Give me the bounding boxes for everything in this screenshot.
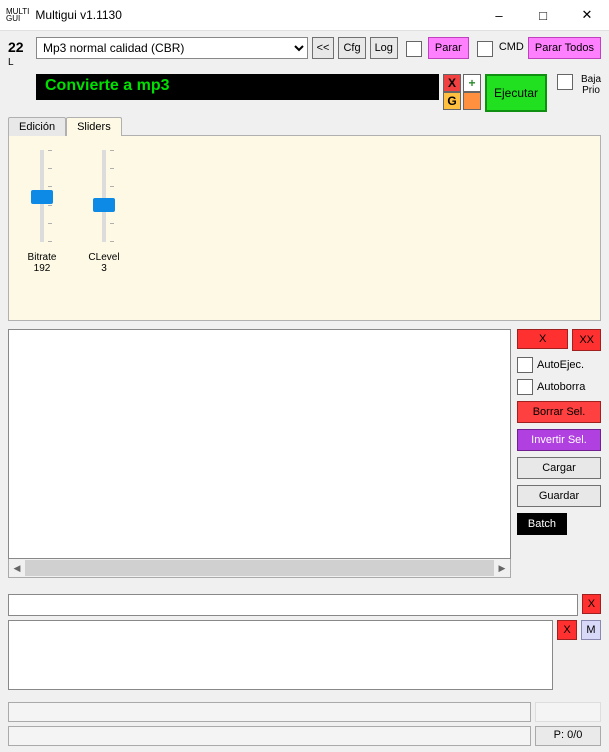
delete-item-button[interactable]: X	[517, 329, 568, 349]
preset-select[interactable]: Mp3 normal calidad (CBR)	[36, 37, 308, 59]
g-icon[interactable]: G	[443, 92, 461, 110]
tab-strip: Edición Sliders	[8, 116, 601, 135]
mini-icon-grid: X + G	[443, 74, 481, 108]
prev-button[interactable]: <<	[312, 37, 335, 59]
hscroll-thumb[interactable]	[25, 560, 494, 576]
cmd-label: CMD	[499, 37, 524, 53]
progress-spacer	[535, 702, 601, 722]
slider-clevel-value: 3	[88, 263, 119, 274]
window-close-button[interactable]: ✕	[565, 0, 609, 30]
instance-letter: L	[8, 57, 32, 68]
low-priority-label-group: Baja Prio	[581, 74, 601, 96]
hscroll-right-arrow-icon[interactable]: ▶	[494, 559, 510, 577]
slider-bitrate-value: 192	[28, 263, 57, 274]
log-button[interactable]: Log	[370, 37, 398, 59]
slider-bitrate-label: Bitrate	[28, 252, 57, 263]
clear-output-button[interactable]: X	[557, 620, 577, 640]
load-button[interactable]: Cargar	[517, 457, 601, 479]
stop-all-button[interactable]: Parar Todos	[528, 37, 601, 59]
autoexec-label: AutoEjec.	[537, 359, 584, 371]
slider-clevel[interactable]: CLevel 3	[87, 150, 121, 274]
low-priority-checkbox[interactable]	[557, 74, 573, 90]
window-title: Multigui v1.1130	[35, 8, 477, 22]
app-logo: MULTI GUI	[6, 8, 29, 22]
file-list-hscroll[interactable]: ◀ ▶	[8, 559, 511, 578]
log-checkbox[interactable]	[406, 41, 422, 57]
tab-edicion[interactable]: Edición	[8, 117, 66, 136]
config-button[interactable]: Cfg	[338, 37, 365, 59]
file-list[interactable]	[8, 329, 511, 559]
tab-sliders[interactable]: Sliders	[66, 117, 122, 136]
window-maximize-button[interactable]: □	[521, 0, 565, 30]
batch-button[interactable]: Batch	[517, 513, 567, 535]
autodelete-label: Autoborra	[537, 381, 585, 393]
side-column: X XX AutoEjec. Autoborra Borrar Sel. Inv…	[517, 329, 601, 578]
remove-icon[interactable]: X	[443, 74, 461, 92]
app-logo-line2: GUI	[6, 15, 29, 22]
cmd-checkbox[interactable]	[477, 41, 493, 57]
invert-selection-button[interactable]: Invertir Sel.	[517, 429, 601, 451]
m-button[interactable]: M	[581, 620, 601, 640]
slider-clevel-label: CLevel	[88, 252, 119, 263]
low-priority-group	[553, 74, 575, 90]
preset-title: Convierte a mp3	[36, 74, 439, 100]
progress-counter: P: 0/0	[535, 726, 601, 746]
low-priority-label2: Prio	[582, 85, 600, 96]
add-icon[interactable]: +	[463, 74, 481, 92]
window-titlebar: MULTI GUI Multigui v1.1130 – □ ✕	[0, 0, 609, 31]
slider-clevel-thumb[interactable]	[93, 198, 115, 212]
orange-icon[interactable]	[463, 92, 481, 110]
window-minimize-button[interactable]: –	[477, 0, 521, 30]
progress-bar-2	[8, 726, 531, 746]
instance-number: 22 L	[8, 37, 32, 68]
delete-selection-button[interactable]: Borrar Sel.	[517, 401, 601, 423]
instance-number-value: 22	[8, 39, 24, 55]
hscroll-left-arrow-icon[interactable]: ◀	[9, 559, 25, 577]
low-priority-label1: Baja	[581, 74, 601, 85]
save-button[interactable]: Guardar	[517, 485, 601, 507]
execute-button[interactable]: Ejecutar	[485, 74, 547, 112]
stop-button[interactable]: Parar	[428, 37, 469, 59]
delete-all-button[interactable]: XX	[572, 329, 601, 351]
autodelete-checkbox[interactable]	[517, 379, 533, 395]
progress-bar-1	[8, 702, 531, 722]
command-input[interactable]	[8, 594, 578, 616]
output-textarea[interactable]	[8, 620, 553, 690]
autoexec-checkbox[interactable]	[517, 357, 533, 373]
slider-bitrate[interactable]: Bitrate 192	[25, 150, 59, 274]
clear-command-button[interactable]: X	[582, 594, 601, 614]
sliders-panel: Bitrate 192 CLevel 3	[8, 135, 601, 321]
slider-bitrate-thumb[interactable]	[31, 190, 53, 204]
